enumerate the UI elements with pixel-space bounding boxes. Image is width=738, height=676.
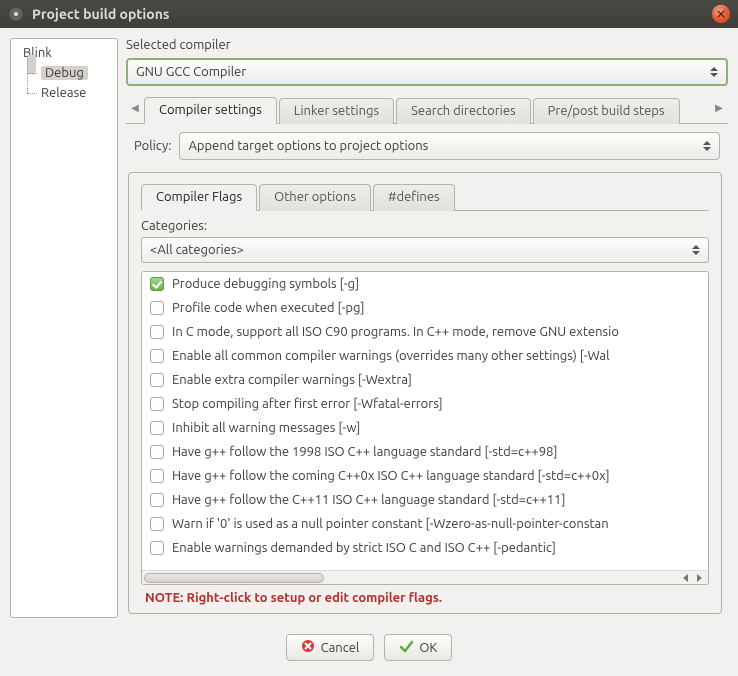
policy-value: Append target options to project options <box>188 139 428 153</box>
scrollbar-thumb[interactable] <box>144 573 324 583</box>
gear-icon <box>8 6 24 22</box>
titlebar: Project build options <box>0 0 738 28</box>
tab-label: Linker settings <box>294 104 379 118</box>
flag-checkbox[interactable] <box>150 325 164 339</box>
combo-spinner-icon <box>688 240 704 260</box>
tree-item-label: Debug <box>41 66 88 80</box>
policy-label: Policy: <box>134 139 171 153</box>
tree-item-release[interactable]: Release <box>13 83 115 103</box>
cancel-button[interactable]: Cancel <box>286 634 375 661</box>
flag-row[interactable]: Inhibit all warning messages [-w] <box>142 416 708 440</box>
close-button[interactable] <box>712 5 730 23</box>
subtab-label: Compiler Flags <box>156 190 242 204</box>
flag-checkbox[interactable] <box>150 493 164 507</box>
flag-label: Have g++ follow the 1998 ISO C++ languag… <box>172 442 558 462</box>
flag-label: Inhibit all warning messages [-w] <box>172 418 360 438</box>
flag-label: Enable all common compiler warnings (ove… <box>172 346 610 366</box>
tree-item-debug[interactable]: Debug <box>13 63 115 83</box>
flag-label: In C mode, support all ISO C90 programs.… <box>172 322 619 342</box>
compiler-combo[interactable]: GNU GCC Compiler <box>126 58 728 86</box>
combo-spinner-icon <box>706 62 722 82</box>
selected-compiler-label: Selected compiler <box>126 38 728 52</box>
flag-row[interactable]: Warn if '0' is used as a null pointer co… <box>142 512 708 536</box>
tab-pre-post-build-steps[interactable]: Pre/post build steps <box>533 98 680 124</box>
flag-label: Warn if '0' is used as a null pointer co… <box>172 514 609 534</box>
subtab-defines[interactable]: #defines <box>373 184 455 211</box>
tab-label: Compiler settings <box>159 103 262 117</box>
flag-row[interactable]: Profile code when executed [-pg] <box>142 296 708 320</box>
flag-row[interactable]: Have g++ follow the C++11 ISO C++ langua… <box>142 488 708 512</box>
horizontal-scrollbar[interactable] <box>142 570 708 584</box>
subtab-compiler-flags[interactable]: Compiler Flags <box>141 184 257 211</box>
subtab-label: Other options <box>274 190 356 204</box>
categories-combo[interactable]: <All categories> <box>141 237 709 263</box>
tree-item-label: Release <box>41 86 86 100</box>
flag-row[interactable]: In C mode, support all ISO C90 programs.… <box>142 320 708 344</box>
flag-label: Have g++ follow the coming C++0x ISO C++… <box>172 466 610 486</box>
compiler-settings-frame: Compiler Flags Other options #defines Ca… <box>128 172 722 614</box>
categories-label: Categories: <box>141 219 709 233</box>
flag-row[interactable]: Have g++ follow the 1998 ISO C++ languag… <box>142 440 708 464</box>
flag-label: Stop compiling after first error [-Wfata… <box>172 394 443 414</box>
flag-label: Profile code when executed [-pg] <box>172 298 365 318</box>
flag-row[interactable]: Enable all common compiler warnings (ove… <box>142 344 708 368</box>
flag-checkbox[interactable] <box>150 517 164 531</box>
flag-checkbox[interactable] <box>150 421 164 435</box>
flag-row[interactable]: Have g++ follow the coming C++0x ISO C++… <box>142 464 708 488</box>
cancel-icon <box>301 639 315 656</box>
flag-row[interactable]: Enable extra compiler warnings [-Wextra] <box>142 368 708 392</box>
subtab-other-options[interactable]: Other options <box>259 184 371 211</box>
flag-label: Enable extra compiler warnings [-Wextra] <box>172 370 412 390</box>
flag-label: Enable warnings demanded by strict ISO C… <box>172 538 556 558</box>
scroll-right-icon[interactable] <box>697 574 702 582</box>
ok-icon <box>399 639 413 656</box>
policy-combo[interactable]: Append target options to project options <box>179 132 720 160</box>
scroll-left-icon[interactable] <box>683 574 688 582</box>
flag-checkbox[interactable] <box>150 349 164 363</box>
flag-checkbox[interactable] <box>150 541 164 555</box>
flag-checkbox[interactable] <box>150 373 164 387</box>
cancel-label: Cancel <box>321 641 360 655</box>
flag-row[interactable]: Stop compiling after first error [-Wfata… <box>142 392 708 416</box>
note-text: NOTE: Right-click to setup or edit compi… <box>141 591 709 605</box>
tab-scroll-right[interactable]: ▶ <box>710 102 728 118</box>
ok-button[interactable]: OK <box>384 634 452 661</box>
dialog-buttons: Cancel OK <box>0 628 738 671</box>
flag-checkbox[interactable] <box>150 301 164 315</box>
tab-compiler-settings[interactable]: Compiler settings <box>144 97 277 124</box>
flag-checkbox[interactable] <box>150 277 164 291</box>
tab-search-directories[interactable]: Search directories <box>396 98 531 124</box>
flag-label: Have g++ follow the C++11 ISO C++ langua… <box>172 490 566 510</box>
flag-row[interactable]: Produce debugging symbols [-g] <box>142 272 708 296</box>
categories-value: <All categories> <box>150 243 244 257</box>
ok-label: OK <box>419 641 437 655</box>
subtab-label: #defines <box>388 190 440 204</box>
tab-label: Search directories <box>411 104 516 118</box>
compiler-value: GNU GCC Compiler <box>136 65 246 79</box>
flag-label: Produce debugging symbols [-g] <box>172 274 359 294</box>
flag-checkbox[interactable] <box>150 445 164 459</box>
flag-row[interactable]: Enable warnings demanded by strict ISO C… <box>142 536 708 560</box>
flag-checkbox[interactable] <box>150 469 164 483</box>
tab-scroll-left[interactable]: ◀ <box>126 102 144 118</box>
combo-spinner-icon <box>699 135 715 157</box>
compiler-flags-list[interactable]: Produce debugging symbols [-g] Profile co… <box>141 271 709 585</box>
window-title: Project build options <box>32 6 170 22</box>
tab-linker-settings[interactable]: Linker settings <box>279 98 394 124</box>
flag-checkbox[interactable] <box>150 397 164 411</box>
tab-label: Pre/post build steps <box>548 104 665 118</box>
targets-tree[interactable]: Blink Debug Release <box>10 38 118 618</box>
